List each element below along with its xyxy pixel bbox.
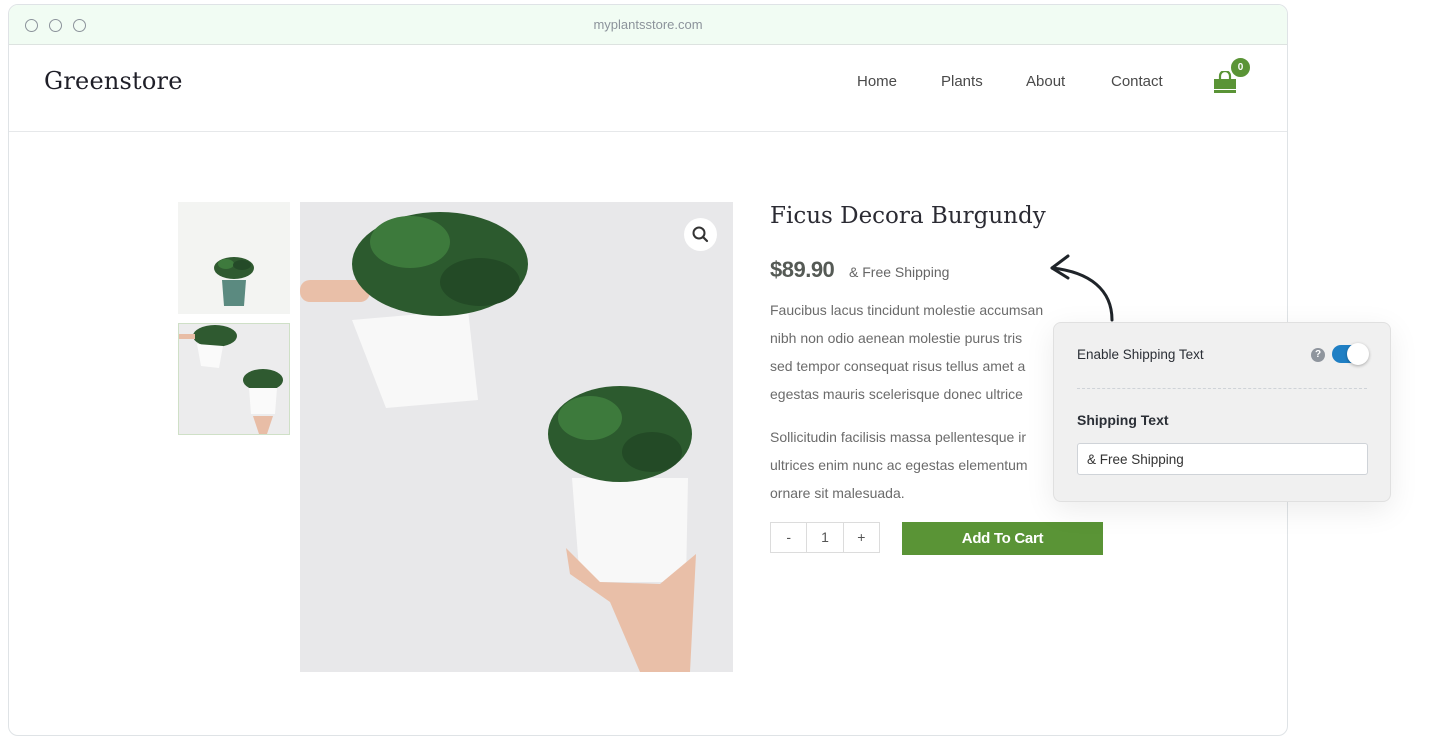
magnifier-icon — [692, 226, 709, 243]
divider — [1077, 388, 1367, 389]
plant-pot-image — [214, 257, 254, 306]
quantity-increment-button[interactable]: + — [842, 523, 879, 552]
toggle-knob — [1347, 343, 1369, 365]
site-logo[interactable]: Greenstore — [44, 67, 183, 95]
product-price: $89.90 — [770, 257, 835, 282]
enable-shipping-toggle[interactable] — [1332, 343, 1369, 365]
product-thumbnail-1[interactable] — [178, 202, 290, 314]
plants-in-hands-image — [179, 325, 283, 434]
zoom-button[interactable] — [684, 218, 717, 251]
quantity-decrement-button[interactable]: - — [771, 523, 806, 552]
add-to-cart-button[interactable]: Add To Cart — [902, 522, 1103, 555]
address-bar[interactable]: myplantsstore.com — [9, 17, 1287, 32]
nav-contact[interactable]: Contact — [1111, 73, 1163, 90]
plants-in-hands-image — [300, 212, 696, 672]
shipping-text-input[interactable] — [1077, 443, 1368, 475]
site-header: Greenstore Home Plants About Contact — [9, 45, 1287, 132]
shipping-text-label: Shipping Text — [1077, 412, 1169, 428]
product-main-image[interactable] — [300, 202, 733, 672]
nav-about[interactable]: About — [1026, 73, 1065, 90]
product-thumbnail-2[interactable] — [178, 323, 290, 435]
curved-arrow-icon — [1050, 254, 1114, 322]
browser-titlebar: myplantsstore.com — [9, 5, 1287, 45]
enable-shipping-label: Enable Shipping Text — [1077, 347, 1204, 362]
nav-home[interactable]: Home — [857, 73, 897, 90]
cart-count-badge: 0 — [1230, 57, 1251, 78]
nav-plants[interactable]: Plants — [941, 73, 983, 90]
shipping-text: & Free Shipping — [849, 264, 950, 280]
product-title: Ficus Decora Burgundy — [770, 203, 1046, 229]
product-description-2: Sollicitudin facilisis massa pellentesqu… — [770, 429, 1028, 501]
quantity-input[interactable]: 1 — [806, 523, 842, 552]
quantity-stepper: - 1 + — [770, 522, 880, 553]
shipping-settings-panel: Enable Shipping Text ? Shipping Text — [1053, 322, 1391, 502]
help-icon[interactable]: ? — [1311, 348, 1325, 362]
